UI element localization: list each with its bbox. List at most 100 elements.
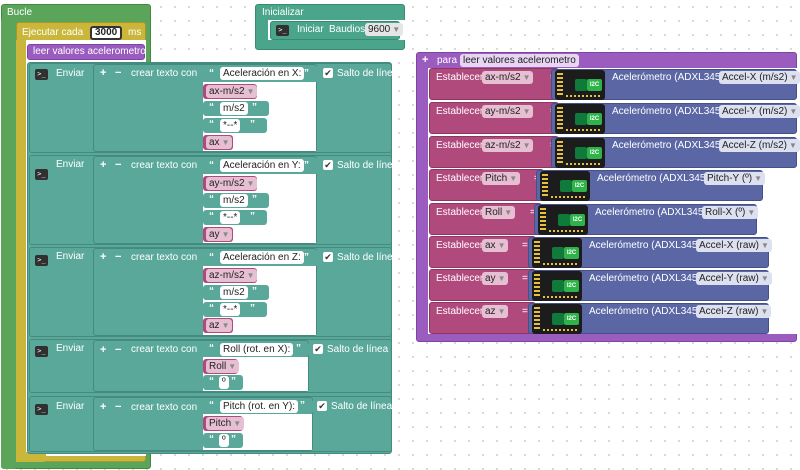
open-quote-icon: “ [209,102,214,113]
variable-dropdown[interactable]: ay-m/s2 ▼ [206,177,258,190]
text-field[interactable]: m/s2 [220,194,248,207]
remove-item-button[interactable]: − [115,344,121,356]
sensor-label: Acelerómetro (ADXL345) [612,140,724,151]
variable-dropdown[interactable]: ay ▼ [206,228,233,241]
set-label: Establecer [436,140,484,151]
interval-input[interactable]: 3000 [90,26,122,40]
close-quote-icon: ” [304,252,309,263]
open-quote-icon: “ [209,400,214,411]
set-variable-dropdown[interactable]: Pitch ▼ [482,172,521,185]
add-item-button[interactable]: + [100,159,106,171]
remove-item-button[interactable]: − [115,159,121,171]
measure-dropdown[interactable]: Accel-Z (raw) ▼ [696,305,772,318]
call-procedure-label: leer valores acelerometro [33,46,146,57]
terminal-icon: >_ [35,69,48,80]
dropdown-arrow-icon: ▼ [789,107,798,116]
open-quote-icon: “ [209,211,214,222]
text-field[interactable]: *--* [220,119,241,132]
text-field[interactable]: m/s2 [220,286,248,299]
add-item-button[interactable]: + [100,344,106,356]
create-text-label: crear texto con [131,252,198,263]
variable-dropdown[interactable]: az ▼ [206,319,233,332]
checkbox-icon[interactable]: ✔ [323,68,333,78]
set-variable-dropdown[interactable]: ax-m/s2 ▼ [482,71,534,84]
open-quote-icon: “ [209,376,214,387]
variable-dropdown[interactable]: ax-m/s2 ▼ [206,85,258,98]
checkbox-icon[interactable]: ✔ [323,252,333,262]
send-label: Enviar [56,401,85,412]
add-item-button[interactable]: + [100,251,106,263]
measure-dropdown[interactable]: Accel-Y (m/s2) ▼ [719,105,800,118]
equals-sign: = [522,273,528,284]
set-variable-dropdown[interactable]: az-m/s2 ▼ [482,139,534,152]
text-field[interactable]: Aceleración en X: [220,67,305,80]
terminal-icon: >_ [276,25,289,36]
close-quote-icon: ” [231,376,236,387]
open-quote-icon: “ [209,160,214,171]
dropdown-arrow-icon: ▼ [789,73,798,82]
close-quote-icon: ” [304,160,309,171]
create-text-label: crear texto con [131,344,198,355]
add-item-button[interactable]: + [100,67,106,79]
loop-spine [1,18,17,469]
measure-dropdown[interactable]: Pitch-Y (º) ▼ [704,172,766,185]
text-field[interactable]: º [219,376,229,389]
send-label: Enviar [56,251,85,262]
text-field[interactable]: Pitch (rot. en Y): [220,400,299,413]
remove-item-button[interactable]: − [115,67,121,79]
set-variable-dropdown[interactable]: ax ▼ [482,239,509,252]
dropdown-arrow-icon: ▼ [760,274,769,283]
set-variable-dropdown[interactable]: Roll ▼ [482,206,516,219]
sensor-label: Acelerómetro (ADXL345) [612,72,724,83]
dropdown-arrow-icon: ▼ [522,141,531,150]
measure-dropdown[interactable]: Accel-Z (m/s2) ▼ [719,139,800,152]
variable-dropdown[interactable]: ax ▼ [206,136,233,149]
close-quote-icon: ” [252,194,257,205]
text-field[interactable]: Aceleración en Z: [220,251,304,264]
remove-item-button[interactable]: − [115,251,121,263]
checkbox-icon[interactable]: ✔ [323,160,333,170]
measure-dropdown[interactable]: Accel-Y (raw) ▼ [696,272,772,285]
text-field[interactable]: *--* [220,211,241,224]
open-quote-icon: “ [209,303,214,314]
remove-item-button[interactable]: − [115,401,121,413]
text-field[interactable]: Aceleración en Y: [220,159,304,172]
variable-dropdown[interactable]: Pitch ▼ [206,417,245,430]
newline-label: Salto de línea [337,68,399,79]
create-text-label: crear texto con [131,68,198,79]
checkbox-icon[interactable]: ✔ [317,401,327,411]
equals-sign: = [522,240,528,251]
function-add-param-button[interactable]: + [422,54,428,66]
text-field[interactable]: *--* [220,303,241,316]
baud-dropdown[interactable]: 9600 ▼ [365,23,404,36]
text-field[interactable]: Roll (rot. en X): [220,343,294,356]
set-variable-dropdown[interactable]: az ▼ [482,305,509,318]
sensor-label: Acelerómetro (ADXL345) [589,273,701,284]
measure-dropdown[interactable]: Roll-X (º) ▼ [702,206,759,219]
variable-dropdown[interactable]: az-m/s2 ▼ [206,269,258,282]
dropdown-arrow-icon: ▼ [497,274,506,283]
dropdown-arrow-icon: ▼ [760,307,769,316]
text-field[interactable]: m/s2 [220,102,248,115]
variable-dropdown[interactable]: Roll ▼ [206,360,240,373]
close-quote-icon: ” [252,102,257,113]
start-label: Iniciar [297,24,324,35]
set-variable-dropdown[interactable]: ay ▼ [482,272,509,285]
checkbox-icon[interactable]: ✔ [313,344,323,354]
timer-spine [16,40,26,462]
newline-label: Salto de línea [331,401,393,412]
newline-label: Salto de línea [337,252,399,263]
measure-dropdown[interactable]: Accel-X (m/s2) ▼ [719,71,800,84]
set-label: Establecer [436,106,484,117]
adxl345-board-icon: I2C [532,271,582,301]
close-quote-icon: ” [296,343,301,354]
set-variable-dropdown[interactable]: ay-m/s2 ▼ [482,105,534,118]
measure-dropdown[interactable]: Accel-X (raw) ▼ [696,239,772,252]
newline-label: Salto de línea [327,344,389,355]
text-field[interactable]: º [219,434,229,447]
function-name-field[interactable]: leer valores acelerometro [460,54,579,67]
send-label: Enviar [56,159,85,170]
dropdown-arrow-icon: ▼ [761,241,769,250]
set-label: Establecer [436,173,484,184]
add-item-button[interactable]: + [100,401,106,413]
